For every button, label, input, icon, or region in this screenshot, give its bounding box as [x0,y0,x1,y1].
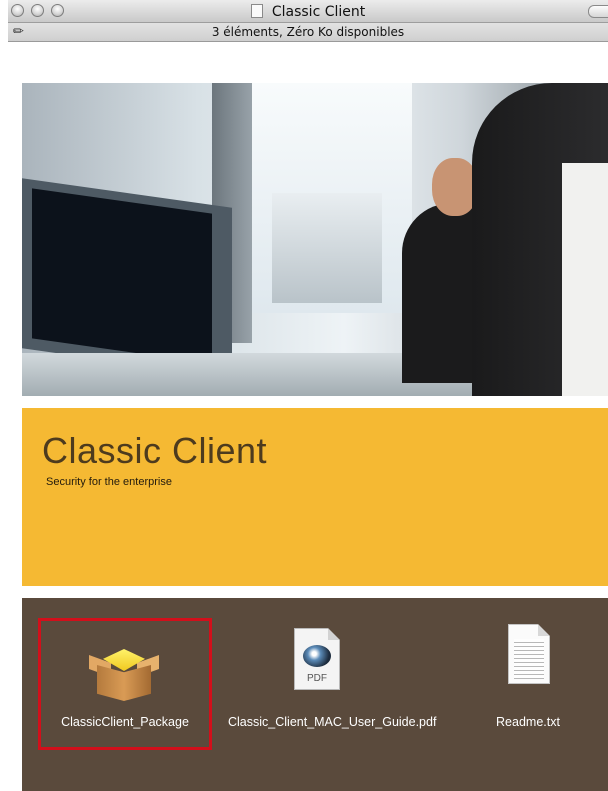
window-title-container: Classic Client [8,0,608,22]
finder-window: Classic Client ✎ 3 éléments, Zéro Ko dis… [8,0,608,791]
status-bar: ✎ 3 éléments, Zéro Ko disponibles [8,22,608,42]
file-item-user-guide-pdf[interactable]: PDF Classic_Client_MAC_User_Guide.pdf [228,618,436,748]
window-title: Classic Client [271,4,366,20]
file-item-readme[interactable]: Readme.txt [442,618,608,748]
file-area: ClassicClient_Package PDF Classic_Client… [22,598,608,791]
title-bar[interactable]: Classic Client [8,0,608,23]
banner-subtitle: Security for the enterprise [46,476,172,488]
window-content: Classic Client Security for the enterpri… [8,42,608,791]
product-banner: Classic Client Security for the enterpri… [22,408,608,586]
banner-title: Classic Client [42,430,268,471]
package-icon[interactable] [89,643,159,703]
toolbar-toggle-button[interactable] [588,5,608,18]
document-icon [250,4,263,18]
text-file-icon[interactable] [508,624,550,684]
status-text: 3 éléments, Zéro Ko disponibles [211,25,405,39]
file-label[interactable]: Readme.txt [442,714,608,730]
hero-photo [22,83,608,396]
file-item-package[interactable]: ClassicClient_Package [38,618,212,750]
file-label[interactable]: Classic_Client_MAC_User_Guide.pdf [228,714,436,730]
pdf-icon[interactable]: PDF [294,628,340,690]
file-label[interactable]: ClassicClient_Package [41,714,209,730]
